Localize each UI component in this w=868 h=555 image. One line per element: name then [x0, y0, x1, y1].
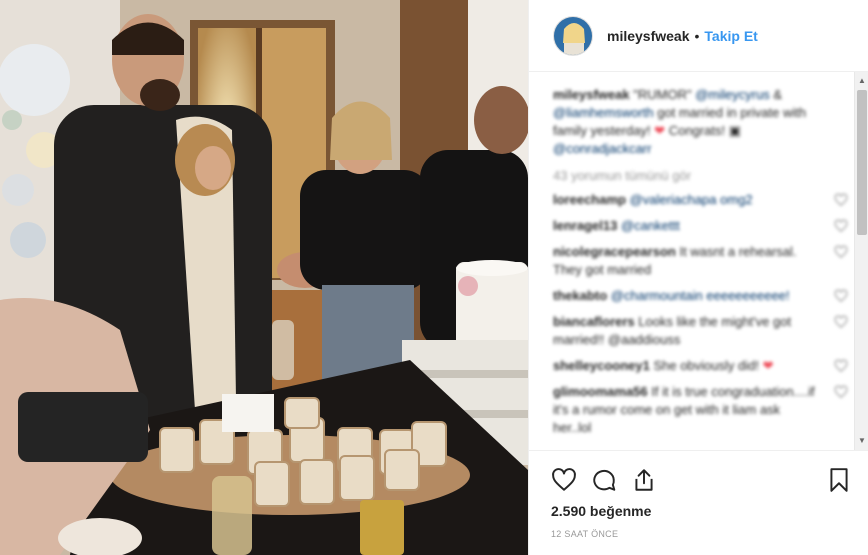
comment-item: lenragel13 @cankettt [553, 217, 848, 235]
comment-item: thekabto @charmountain eeeeeeeeeee! [553, 287, 848, 305]
follow-button[interactable]: Takip Et [704, 28, 757, 44]
comment-like-icon[interactable] [834, 385, 848, 399]
header-separator: • [694, 27, 700, 44]
comment-like-icon[interactable] [834, 245, 848, 259]
comment-item: glimoomama56 If it is true congraduation… [553, 383, 848, 437]
comment-text: She obviously did! [653, 358, 759, 373]
comment-like-icon[interactable] [834, 193, 848, 207]
comment-like-icon[interactable] [834, 219, 848, 233]
caption-text-4: Congrats! [668, 123, 726, 138]
comment-username[interactable]: lenragel13 [553, 218, 617, 233]
avatar-image [554, 16, 592, 55]
caption-mention-2[interactable]: @liamhemsworth [553, 105, 654, 120]
heart-outline-icon[interactable] [551, 467, 577, 493]
comments-scrollbar[interactable]: ▲ ▼ [854, 72, 868, 450]
action-icons-row [551, 465, 852, 495]
wedding-party-photo [0, 0, 528, 555]
scrollbar-thumb[interactable] [857, 90, 867, 235]
comment-item: biancaflorers Looks like the might've go… [553, 313, 848, 349]
post-caption: mileysfweak "RUMOR" @mileycyrus & @liamh… [553, 86, 840, 158]
share-upload-icon[interactable] [631, 467, 657, 493]
comment-item: nicolegracepearson It wasnt a rehearsal.… [553, 243, 848, 279]
caption-text-2: & [773, 87, 783, 102]
post-photo[interactable] [0, 0, 528, 555]
comment-username[interactable]: shelleycooney1 [553, 358, 650, 373]
caption-text-1: "RUMOR" [633, 87, 692, 102]
view-all-comments-link[interactable]: 43 yorumun tümünü gör [553, 168, 840, 183]
comment-like-icon[interactable] [834, 359, 848, 373]
comment-item: shelleycooney1 She obviously did! ❤ [553, 357, 848, 375]
comment-like-icon[interactable] [834, 315, 848, 329]
scroll-down-arrow-icon[interactable]: ▼ [855, 434, 868, 448]
comment-username[interactable]: loreechamp [553, 192, 626, 207]
red-heart-emoji-icon: ❤ [762, 358, 774, 373]
post-timestamp[interactable]: 12 SAAT ÖNCE [551, 529, 852, 539]
caption-mention-3[interactable]: @conradjackcarr [553, 141, 651, 156]
comment-username[interactable]: glimoomama56 [553, 384, 648, 399]
like-count[interactable]: 2.590 beğenme [551, 503, 852, 519]
bookmark-icon[interactable] [826, 467, 852, 493]
comment-item: loreechamp @valeriachapa omg2 [553, 191, 848, 209]
comment-username[interactable]: nicolegracepearson [553, 244, 676, 259]
post-side-panel: mileysfweak • Takip Et mileysfweak "RUMO… [528, 0, 868, 555]
comment-username[interactable]: biancaflorers [553, 314, 635, 329]
comment-text: @cankettt [620, 218, 680, 233]
speech-bubble-icon[interactable] [591, 467, 617, 493]
comments-list: mileysfweak "RUMOR" @mileycyrus & @liamh… [529, 72, 868, 450]
instagram-post-view: mileysfweak • Takip Et mileysfweak "RUMO… [0, 0, 868, 555]
header-username[interactable]: mileysfweak [607, 28, 690, 44]
movie-camera-emoji-icon: ▣ [728, 123, 741, 138]
scroll-up-arrow-icon[interactable]: ▲ [855, 74, 868, 88]
comment-like-icon[interactable] [834, 289, 848, 303]
comment-text: @charmountain eeeeeeeeeee! [610, 288, 790, 303]
red-heart-emoji-icon: ❤ [654, 123, 666, 138]
post-header: mileysfweak • Takip Et [529, 0, 868, 72]
caption-username[interactable]: mileysfweak [553, 87, 630, 102]
post-actions: 2.590 beğenme 12 SAAT ÖNCE [529, 450, 868, 539]
avatar[interactable] [553, 15, 593, 56]
comment-text: @valeriachapa omg2 [629, 192, 753, 207]
caption-mention-1[interactable]: @mileycyrus [695, 87, 770, 102]
comment-username[interactable]: thekabto [553, 288, 607, 303]
